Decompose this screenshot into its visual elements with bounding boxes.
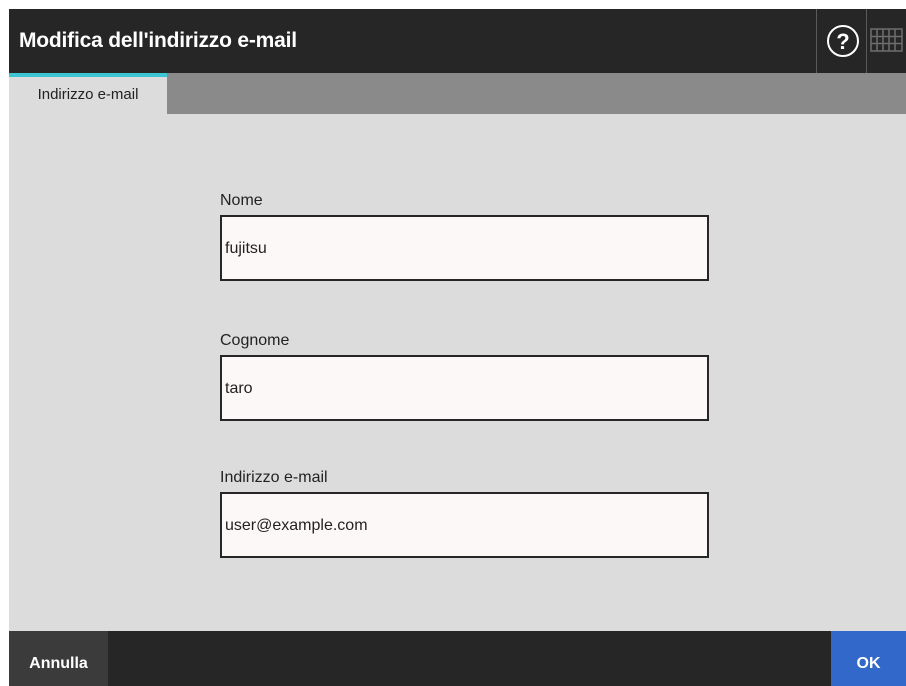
bottom-bar: Annulla OK <box>9 631 906 686</box>
first-name-value: fujitsu <box>225 240 267 257</box>
title-bar: Modifica dell'indirizzo e-mail ? <box>9 9 906 73</box>
first-name-field[interactable]: fujitsu <box>220 215 709 281</box>
dialog-window: Modifica dell'indirizzo e-mail ? Indiriz… <box>9 9 906 686</box>
help-button[interactable]: ? <box>816 9 867 73</box>
email-field[interactable]: user@example.com <box>220 492 709 558</box>
keyboard-button[interactable] <box>867 9 906 73</box>
ok-button[interactable]: OK <box>831 631 906 686</box>
keyboard-icon <box>870 28 903 52</box>
tab-label: Indirizzo e-mail <box>37 86 139 103</box>
cancel-button[interactable]: Annulla <box>9 631 108 686</box>
last-name-value: taro <box>225 380 253 397</box>
window-title: Modifica dell'indirizzo e-mail <box>19 29 297 52</box>
email-value: user@example.com <box>225 517 368 534</box>
last-name-label: Cognome <box>220 332 290 349</box>
tab-strip: Indirizzo e-mail <box>9 73 906 114</box>
tab-email-address[interactable]: Indirizzo e-mail <box>9 73 167 114</box>
first-name-label: Nome <box>220 192 263 209</box>
last-name-field[interactable]: taro <box>220 355 709 421</box>
email-label: Indirizzo e-mail <box>220 469 328 486</box>
question-circle-icon: ? <box>827 25 859 57</box>
